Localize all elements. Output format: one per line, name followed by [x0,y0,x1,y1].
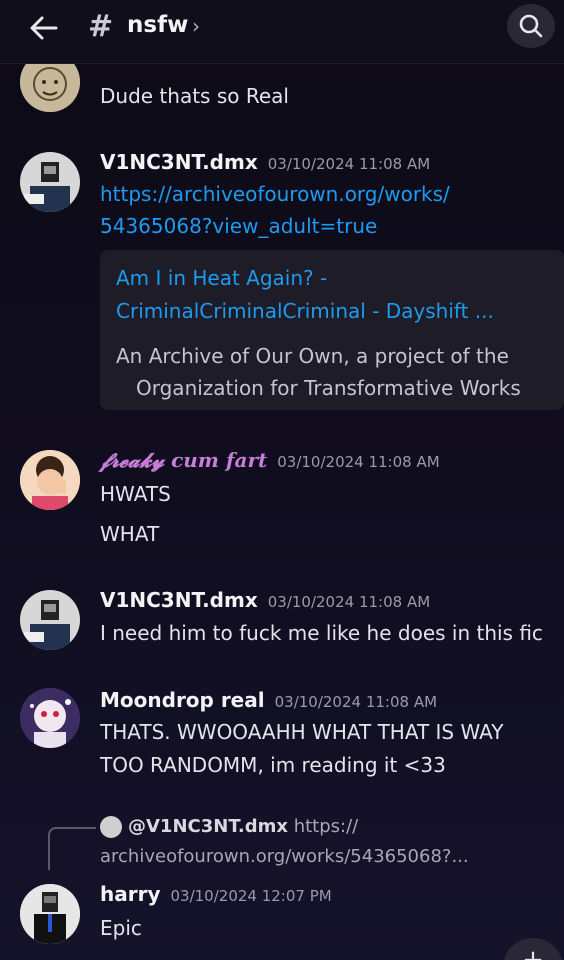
author-name[interactable]: Moondrop real [100,688,265,712]
search-icon [519,14,543,38]
message-text: HWATS [100,482,171,506]
timestamp: 03/10/2024 11:08 AM [267,593,431,611]
message-header: 𝓯𝓻𝓮𝓪𝓴𝔂 cum fart 03/10/2024 11:08 AM [100,448,440,472]
author-name[interactable]: harry [100,882,161,906]
embed-desc-line: Organization for Transformative Works [136,376,521,400]
reply-avatar [100,816,122,838]
timestamp: 03/10/2024 11:08 AM [277,453,440,471]
message-header: V1NC3NT.dmx 03/10/2024 11:08 AM [100,588,430,612]
message-header: harry 03/10/2024 12:07 PM [100,882,332,906]
channel-name[interactable]: nsfw [127,12,188,38]
embed-description: An Archive of Our Own, a project of the … [116,340,521,404]
reply-preview[interactable]: @V1NC3NT.dmx https:// [100,816,358,838]
message-text: I need him to fuck me like he does in th… [100,621,543,645]
timestamp: 03/10/2024 12:07 PM [170,887,332,905]
timestamp: 03/10/2024 11:08 AM [274,693,438,711]
message-header: V1NC3NT.dmx 03/10/2024 11:08 AM [100,150,430,174]
avatar[interactable] [20,688,80,748]
message-text: THATS. WWOOAAHH WHAT THAT IS WAY [100,720,504,744]
message-link[interactable]: https://archiveofourown.org/works/ [100,182,450,206]
avatar[interactable] [20,152,80,212]
avatar[interactable] [20,884,80,944]
channel-header: # nsfw › [0,0,564,64]
message-link[interactable]: 54365068?view_adult=true [100,214,377,238]
reply-author[interactable]: @V1NC3NT.dmx [128,816,288,837]
embed-title-line[interactable]: Am I in Heat Again? - [116,262,494,295]
message-text: Epic [100,916,142,940]
add-button[interactable]: + [503,938,563,960]
embed-title[interactable]: Am I in Heat Again? - CriminalCriminalCr… [116,262,494,328]
author-name[interactable]: V1NC3NT.dmx [100,150,258,174]
avatar[interactable] [20,590,80,650]
message-text: WHAT [100,522,160,546]
back-arrow-icon[interactable] [28,12,60,44]
reply-text: https:// [293,816,359,837]
reply-connector [48,827,96,870]
timestamp: 03/10/2024 11:08 AM [267,155,431,173]
chevron-right-icon[interactable]: › [192,14,200,38]
author-name[interactable]: 𝓯𝓻𝓮𝓪𝓴𝔂 cum fart [100,448,267,472]
link-embed[interactable]: Am I in Heat Again? - CriminalCriminalCr… [100,250,564,410]
embed-title-line[interactable]: CriminalCriminalCriminal - Dayshift ... [116,295,494,328]
avatar[interactable] [20,450,80,510]
channel-hash-icon: # [88,9,114,44]
embed-desc-line: An Archive of Our Own, a project of the [116,344,509,368]
message-text: Dude thats so Real [100,84,289,108]
message-text: TOO RANDOMM, im reading it <33 [100,753,446,777]
reply-text[interactable]: archiveofourown.org/works/54365068?... [100,846,469,867]
author-name[interactable]: V1NC3NT.dmx [100,588,258,612]
search-button[interactable] [507,4,555,48]
message-header: Moondrop real 03/10/2024 11:08 AM [100,688,437,712]
